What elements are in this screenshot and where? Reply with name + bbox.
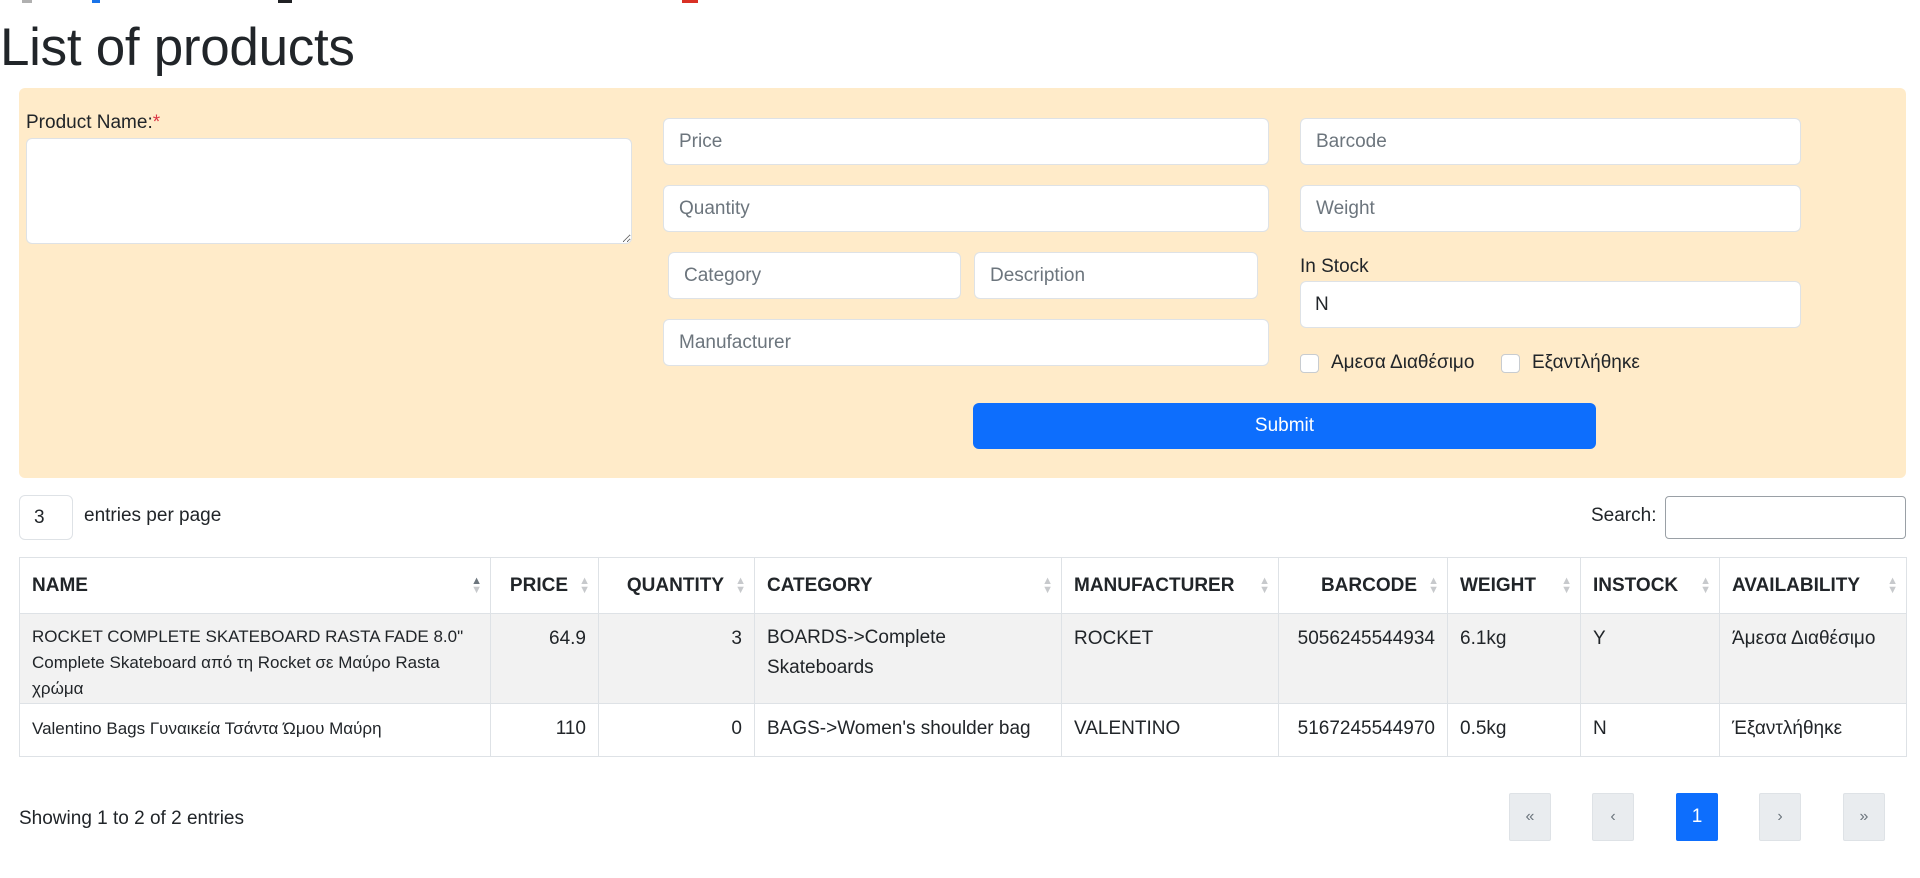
search-input[interactable]: [1665, 496, 1906, 539]
sort-icon: ▲ ▼: [1887, 574, 1898, 596]
cell-category: BOARDS->Complete Skateboards: [754, 613, 1062, 704]
cell-availability: Άμεσα Διαθέσιμο: [1719, 613, 1907, 704]
checkbox[interactable]: [1300, 353, 1319, 373]
in-stock-label: In Stock: [1300, 256, 1369, 277]
product-form: Product Name:* In Stock N Αμεσα Διαθέσιμ…: [19, 88, 1906, 478]
pagination-last-button[interactable]: »: [1843, 793, 1885, 841]
product-name-input[interactable]: [26, 138, 632, 244]
cell-name: ROCKET COMPLETE SKATEBOARD RASTA FADE 8.…: [19, 613, 491, 704]
cell-barcode: 5056245544934: [1278, 613, 1448, 704]
cell-manufacturer: VALENTINO: [1061, 703, 1279, 757]
in-stock-input[interactable]: N: [1300, 281, 1801, 328]
checkbox[interactable]: [1501, 353, 1520, 373]
column-header-price[interactable]: PRICE ▲ ▼: [490, 557, 599, 614]
availability-option-available[interactable]: Αμεσα Διαθέσιμο: [1300, 352, 1474, 374]
column-header-availability[interactable]: AVAILABILITY ▲ ▼: [1719, 557, 1907, 614]
page-title: List of products: [0, 18, 355, 77]
cell-manufacturer: ROCKET: [1061, 613, 1279, 704]
sort-icon: ▲ ▼: [1259, 574, 1270, 596]
manufacturer-input[interactable]: [663, 319, 1269, 366]
cell-instock: N: [1580, 703, 1720, 757]
cell-barcode: 5167245544970: [1278, 703, 1448, 757]
sort-icon: ▲ ▼: [1428, 574, 1439, 596]
column-header-manufacturer[interactable]: MANUFACTURER ▲ ▼: [1061, 557, 1279, 614]
sort-icon: ▲ ▼: [1042, 574, 1053, 596]
description-input[interactable]: [974, 252, 1258, 299]
table-info: Showing 1 to 2 of 2 entries: [19, 808, 244, 829]
cell-quantity: 0: [598, 703, 755, 757]
price-input[interactable]: [663, 118, 1269, 165]
cell-weight: 0.5kg: [1447, 703, 1581, 757]
sort-icon: ▲ ▼: [471, 574, 482, 596]
required-mark: *: [152, 112, 161, 133]
column-header-category[interactable]: CATEGORY ▲ ▼: [754, 557, 1062, 614]
table-row: Valentino Bags Γυναικεία Τσάντα Ώμου Μαύ…: [19, 703, 1907, 757]
sort-icon: ▲ ▼: [735, 574, 746, 596]
cell-quantity: 3: [598, 613, 755, 704]
entries-per-page-label: entries per page: [84, 505, 222, 526]
browser-toolbar-remnant: [0, 0, 1920, 4]
sort-icon: ▲ ▼: [1561, 574, 1572, 596]
quantity-input[interactable]: [663, 185, 1269, 232]
column-header-instock[interactable]: INSTOCK ▲ ▼: [1580, 557, 1720, 614]
category-input[interactable]: [668, 252, 961, 299]
column-header-barcode[interactable]: BARCODE ▲ ▼: [1278, 557, 1448, 614]
pagination-prev-button[interactable]: ‹: [1592, 793, 1634, 841]
pagination-page-1[interactable]: 1: [1676, 793, 1718, 841]
entries-per-page-select[interactable]: 3: [19, 495, 73, 540]
cell-price: 110: [490, 703, 599, 757]
column-header-quantity[interactable]: QUANTITY ▲ ▼: [598, 557, 755, 614]
sort-icon: ▲ ▼: [579, 574, 590, 596]
cell-weight: 6.1kg: [1447, 613, 1581, 704]
search-label: Search:: [1591, 505, 1657, 526]
product-name-label: Product Name:*: [26, 112, 161, 133]
column-header-name[interactable]: NAME ▲ ▼: [19, 557, 491, 614]
availability-option-sold-out[interactable]: Εξαντλήθηκε: [1501, 352, 1640, 374]
barcode-input[interactable]: [1300, 118, 1801, 165]
pagination-first-button[interactable]: «: [1509, 793, 1551, 841]
cell-availability: Έξαντλήθηκε: [1719, 703, 1907, 757]
sort-icon: ▲ ▼: [1700, 574, 1711, 596]
submit-button[interactable]: Submit: [973, 403, 1596, 449]
table-row: ROCKET COMPLETE SKATEBOARD RASTA FADE 8.…: [19, 613, 1907, 704]
cell-instock: Y: [1580, 613, 1720, 704]
products-table: NAME ▲ ▼ PRICE ▲ ▼ QUANTITY ▲ ▼ CATEGORY ▲ ▼ MAN…: [19, 557, 1907, 757]
cell-name: Valentino Bags Γυναικεία Τσάντα Ώμου Μαύ…: [19, 703, 491, 757]
pagination-next-button[interactable]: ›: [1759, 793, 1801, 841]
column-header-weight[interactable]: WEIGHT ▲ ▼: [1447, 557, 1581, 614]
weight-input[interactable]: [1300, 185, 1801, 232]
cell-category: BAGS->Women's shoulder bag: [754, 703, 1062, 757]
table-header-row: NAME ▲ ▼ PRICE ▲ ▼ QUANTITY ▲ ▼ CATEGORY ▲ ▼ MAN…: [19, 557, 1907, 614]
cell-price: 64.9: [490, 613, 599, 704]
